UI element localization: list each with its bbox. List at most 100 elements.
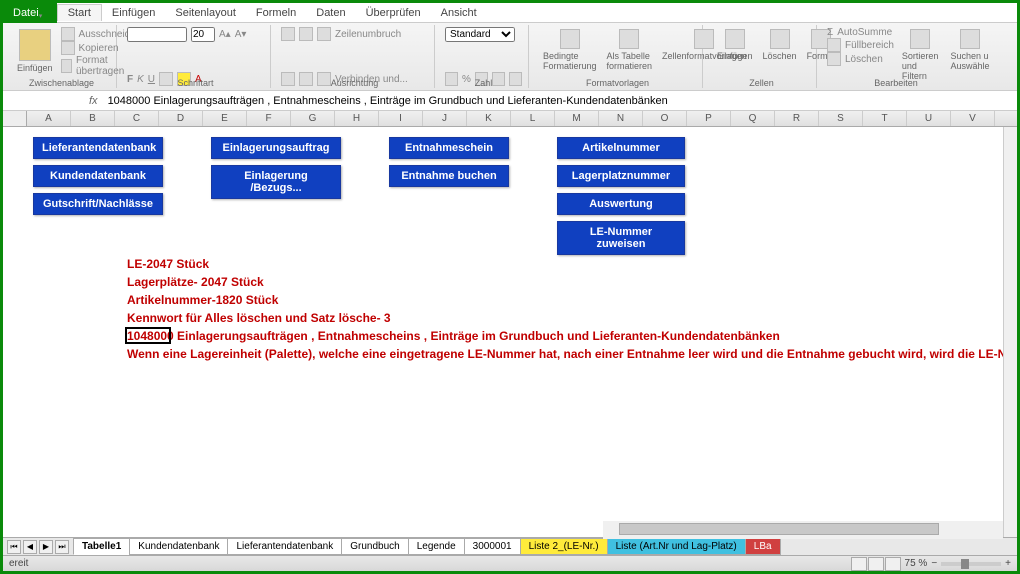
scrollbar-horizontal[interactable]	[603, 521, 1003, 539]
column-headers: A B C D E F G H I J K L M N O P Q R S T …	[3, 111, 1017, 127]
select-all-corner[interactable]	[3, 111, 27, 126]
status-bar: ereit 75 % − +	[3, 555, 1017, 571]
delete-cells-button[interactable]: Löschen	[759, 27, 801, 63]
tab-daten[interactable]: Daten	[306, 5, 355, 21]
fill-button[interactable]: Füllbereich	[827, 38, 894, 52]
grow-font-icon[interactable]: A▴	[219, 29, 231, 40]
btn-gutschrift[interactable]: Gutschrift/Nachlässe	[33, 193, 163, 215]
group-align: Ausrichtung	[275, 78, 434, 88]
col-K[interactable]: K	[467, 111, 511, 126]
view-layout-button[interactable]	[868, 557, 884, 571]
btn-le-nummer[interactable]: LE-Nummer zuweisen	[557, 221, 685, 255]
col-R[interactable]: R	[775, 111, 819, 126]
shrink-font-icon[interactable]: A▾	[235, 29, 247, 40]
col-E[interactable]: E	[203, 111, 247, 126]
copy-icon	[61, 41, 75, 55]
sheet-tab-grundbuch[interactable]: Grundbuch	[341, 538, 408, 555]
tab-seitenlayout[interactable]: Seitenlayout	[165, 5, 246, 21]
align-tc-icon[interactable]	[299, 27, 313, 41]
col-H[interactable]: H	[335, 111, 379, 126]
fx-icon[interactable]: fx	[83, 95, 104, 107]
btn-kundendatenbank[interactable]: Kundendatenbank	[33, 165, 163, 187]
col-M[interactable]: M	[555, 111, 599, 126]
btn-einlagerung-bezug[interactable]: Einlagerung /Bezugs...	[211, 165, 341, 199]
sort-filter-button[interactable]: Sortieren und Filtern	[898, 27, 943, 83]
align-tl-icon[interactable]	[281, 27, 295, 41]
col-P[interactable]: P	[687, 111, 731, 126]
number-format-select[interactable]: Standard	[445, 27, 515, 42]
zoom-in-button[interactable]: +	[1005, 558, 1011, 569]
btn-lagerplatznummer[interactable]: Lagerplatznummer	[557, 165, 685, 187]
sheet-tab-lieferantendatenbank[interactable]: Lieferantendatenbank	[227, 538, 342, 555]
sheet-tab-tabelle1[interactable]: Tabelle1	[73, 538, 130, 555]
wrap-text-button[interactable]: Zeilenumbruch	[335, 29, 401, 40]
paste-button[interactable]: Einfügen	[13, 27, 57, 77]
sheet-tab-3000001[interactable]: 3000001	[464, 538, 521, 555]
formula-bar-row: fx 1048000 Einlagerungsaufträgen , Entna…	[3, 91, 1017, 111]
sheet-tab-legende[interactable]: Legende	[408, 538, 465, 555]
col-G[interactable]: G	[291, 111, 335, 126]
btn-lieferantendatenbank[interactable]: Lieferantendatenbank	[33, 137, 163, 159]
view-break-button[interactable]	[885, 557, 901, 571]
zoom-slider[interactable]	[941, 562, 1001, 566]
group-number: Zahl	[439, 78, 528, 88]
col-A[interactable]: A	[27, 111, 71, 126]
formula-bar[interactable]: 1048000 Einlagerungsaufträgen , Entnahme…	[104, 95, 1017, 107]
tab-file[interactable]: Datei	[3, 3, 57, 23]
tab-start[interactable]: Start	[57, 4, 102, 21]
col-T[interactable]: T	[863, 111, 907, 126]
col-V[interactable]: V	[951, 111, 995, 126]
zoom-out-button[interactable]: −	[931, 558, 937, 569]
sigma-icon: Σ	[827, 27, 833, 38]
col-J[interactable]: J	[423, 111, 467, 126]
ribbon: Einfügen Ausschneiden Kopieren Format üb…	[3, 23, 1017, 91]
tab-nav-prev[interactable]: ◀	[23, 540, 37, 554]
insert-cells-button[interactable]: Einfügen	[713, 27, 757, 63]
btn-entnahmeschein[interactable]: Entnahmeschein	[389, 137, 509, 159]
view-normal-button[interactable]	[851, 557, 867, 571]
text-lagereinheit: Wenn eine Lagereinheit (Palette), welche…	[127, 347, 1017, 361]
sheet-tab-lba[interactable]: LBa	[745, 538, 781, 555]
cond-format-button[interactable]: Bedingte Formatierung	[539, 27, 601, 73]
col-L[interactable]: L	[511, 111, 555, 126]
sheet-tab-kundendatenbank[interactable]: Kundendatenbank	[129, 538, 228, 555]
align-tr-icon[interactable]	[317, 27, 331, 41]
sheet-tab-liste-art[interactable]: Liste (Art.Nr und Lag-Platz)	[607, 538, 746, 555]
btn-einlagerungsauftrag[interactable]: Einlagerungsauftrag	[211, 137, 341, 159]
col-B[interactable]: B	[71, 111, 115, 126]
group-cells: Zellen	[707, 78, 816, 88]
tab-einfuegen[interactable]: Einfügen	[102, 5, 165, 21]
col-U[interactable]: U	[907, 111, 951, 126]
tab-nav-next[interactable]: ▶	[39, 540, 53, 554]
col-F[interactable]: F	[247, 111, 291, 126]
tab-ueberpruefen[interactable]: Überprüfen	[356, 5, 431, 21]
tab-nav-first[interactable]: ⏮	[7, 540, 21, 554]
btn-auswertung[interactable]: Auswertung	[557, 193, 685, 215]
tab-ansicht[interactable]: Ansicht	[431, 5, 487, 21]
scissors-icon	[61, 27, 75, 41]
sheet-tab-liste2[interactable]: Liste 2_(LE-Nr.)	[520, 538, 608, 555]
col-D[interactable]: D	[159, 111, 203, 126]
sheet-grid[interactable]: Lieferantendatenbank Kundendatenbank Gut…	[3, 127, 1017, 547]
btn-artikelnummer[interactable]: Artikelnummer	[557, 137, 685, 159]
col-S[interactable]: S	[819, 111, 863, 126]
scrollbar-vertical[interactable]	[1003, 127, 1017, 537]
table-format-button[interactable]: Als Tabelle formatieren	[603, 27, 657, 73]
ribbon-tabs: Datei Start Einfügen Seitenlayout Formel…	[3, 3, 1017, 23]
tab-nav-last[interactable]: ⏭	[55, 540, 69, 554]
sheet-tab-bar: ⏮ ◀ ▶ ⏭ Tabelle1 Kundendatenbank Liefera…	[3, 537, 1017, 555]
find-select-button[interactable]: Suchen u Auswähle	[946, 27, 993, 83]
font-size[interactable]	[191, 27, 215, 42]
group-font: Schriftart	[121, 78, 270, 88]
autosum-button[interactable]: ΣAutoSumme	[827, 27, 894, 38]
col-Q[interactable]: Q	[731, 111, 775, 126]
col-I[interactable]: I	[379, 111, 423, 126]
font-name[interactable]	[127, 27, 187, 42]
clear-button[interactable]: Löschen	[827, 52, 894, 66]
tab-formeln[interactable]: Formeln	[246, 5, 306, 21]
col-N[interactable]: N	[599, 111, 643, 126]
col-C[interactable]: C	[115, 111, 159, 126]
text-kennwort: Kennwort für Alles löschen und Satz lösc…	[127, 311, 391, 325]
btn-entnahme-buchen[interactable]: Entnahme buchen	[389, 165, 509, 187]
col-O[interactable]: O	[643, 111, 687, 126]
